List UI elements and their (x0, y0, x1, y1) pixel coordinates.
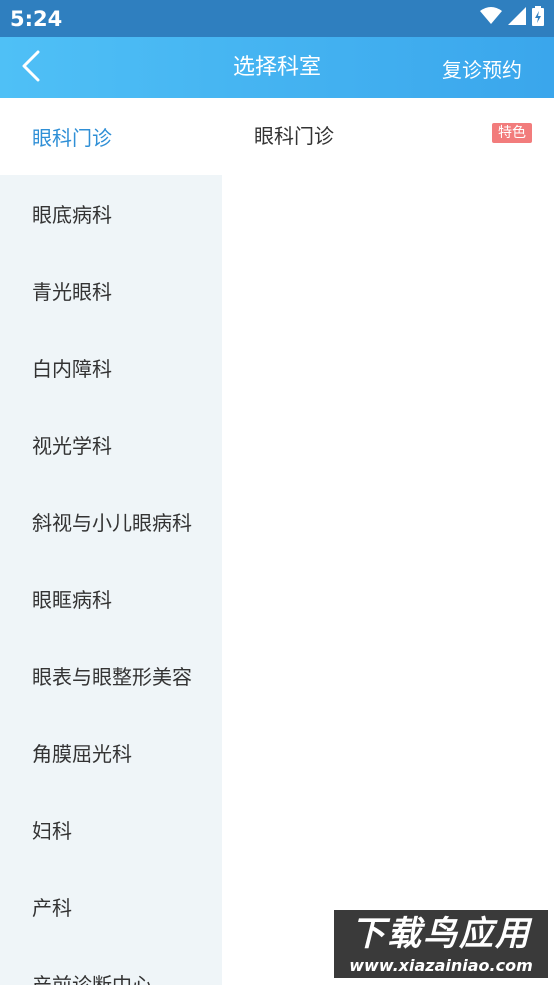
sidebar-item-orbital[interactable]: 眼眶病科 (0, 560, 222, 637)
watermark-logo: 下载鸟应用 www.xiazainiao.com (332, 908, 550, 980)
sidebar-item-label: 眼表与眼整形美容 (32, 665, 192, 689)
sidebar-item-eye-clinic[interactable]: 眼科门诊 (0, 98, 222, 175)
wifi-icon (480, 7, 502, 29)
battery-icon (532, 6, 544, 30)
sidebar-item-gynecology[interactable]: 妇科 (0, 791, 222, 868)
department-row[interactable]: 眼科门诊 特色 (222, 98, 554, 170)
sidebar-item-corneal-refractive[interactable]: 角膜屈光科 (0, 714, 222, 791)
sidebar-item-glaucoma[interactable]: 青光眼科 (0, 252, 222, 329)
sidebar-item-label: 妇科 (32, 819, 72, 843)
sidebar-item-label: 视光学科 (32, 434, 112, 458)
sidebar-item-ocular-surface-plastic[interactable]: 眼表与眼整形美容 (0, 637, 222, 714)
sidebar-item-label: 眼眶病科 (32, 588, 112, 612)
sidebar-item-label: 斜视与小儿眼病科 (32, 511, 192, 535)
sidebar-item-label: 角膜屈光科 (32, 742, 132, 766)
return-visit-button[interactable]: 复诊预约 (442, 55, 522, 85)
sidebar-item-label: 眼科门诊 (32, 126, 112, 150)
signal-icon (508, 7, 526, 29)
status-bar: 5:24 (0, 0, 554, 37)
sidebar-item-prenatal-diagnosis[interactable]: 产前诊断中心 (0, 945, 222, 985)
sidebar-item-label: 产科 (32, 896, 72, 920)
sidebar-item-strabismus-pediatric[interactable]: 斜视与小儿眼病科 (0, 483, 222, 560)
sidebar-item-label: 青光眼科 (32, 280, 112, 304)
sidebar-item-optometry[interactable]: 视光学科 (0, 406, 222, 483)
watermark-text: 下载鸟应用 (351, 914, 531, 954)
sidebar-item-fundus[interactable]: 眼底病科 (0, 175, 222, 252)
watermark-url: www.xiazainiao.com (349, 956, 533, 975)
status-time: 5:24 (10, 7, 63, 31)
sidebar-item-label: 产前诊断中心 (32, 973, 152, 985)
sidebar-item-label: 眼底病科 (32, 203, 112, 227)
department-category-sidebar: 眼科门诊 眼底病科 青光眼科 白内障科 视光学科 斜视与小儿眼病科 眼眶病科 眼… (0, 98, 222, 985)
header-bar: 选择科室 复诊预约 (0, 37, 554, 99)
sidebar-item-cataract[interactable]: 白内障科 (0, 329, 222, 406)
status-icons (480, 6, 544, 30)
sidebar-item-obstetrics[interactable]: 产科 (0, 868, 222, 945)
featured-badge: 特色 (492, 123, 532, 143)
sidebar-item-label: 白内障科 (32, 357, 112, 381)
department-list: 眼科门诊 特色 (222, 98, 554, 985)
department-label: 眼科门诊 (254, 123, 334, 148)
